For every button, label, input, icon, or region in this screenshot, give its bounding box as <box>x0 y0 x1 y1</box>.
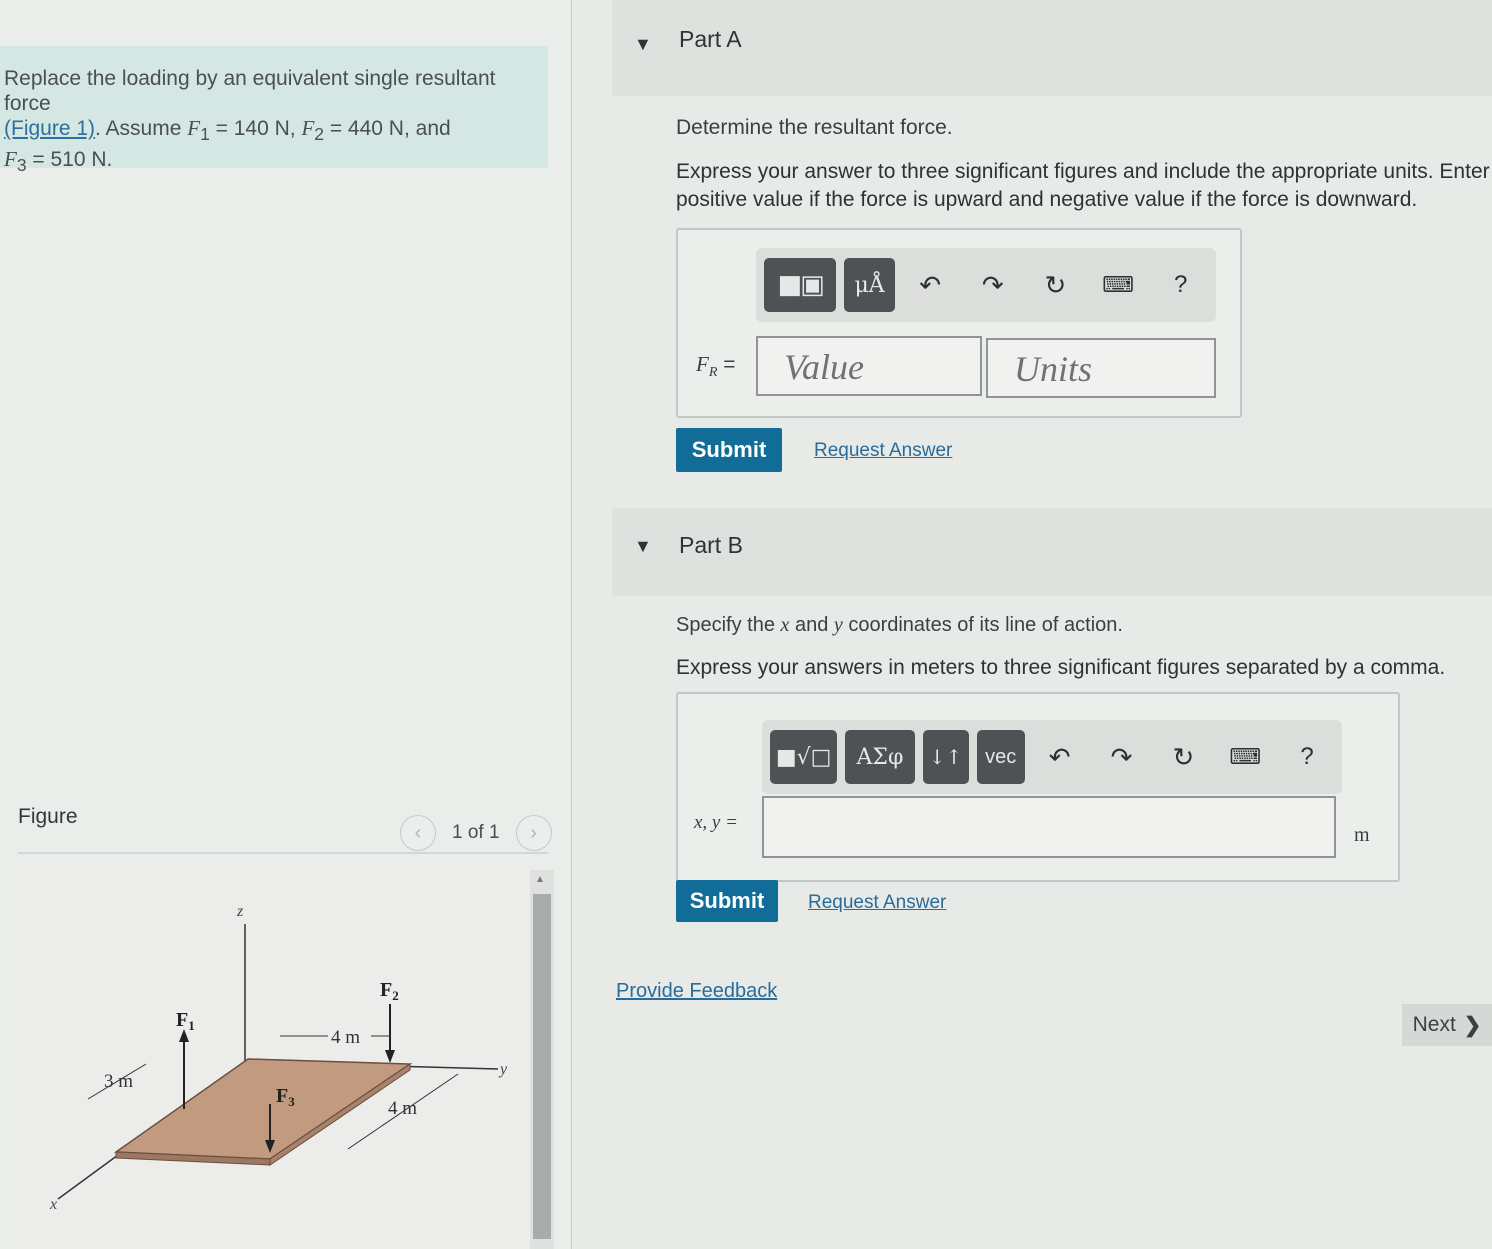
undo-icon[interactable]: ↶ <box>903 258 958 312</box>
part-a-header[interactable]: ▼ Part A <box>612 0 1492 96</box>
part-a-answer-box: ■▣ μÅ ↶ ↷ ↻ ⌨ ? FR = Value Units <box>676 228 1242 418</box>
figure-link[interactable]: (Figure 1) <box>4 117 95 140</box>
redo-icon[interactable]: ↷ <box>1095 730 1149 784</box>
part-a-instruction: Express your answer to three significant… <box>676 160 1490 211</box>
prev-figure-button[interactable]: ‹ <box>400 815 436 851</box>
problem-statement: Replace the loading by an equivalent sin… <box>0 46 548 175</box>
problem-line-1: Replace the loading by an equivalent sin… <box>4 67 496 115</box>
chevron-right-icon: › <box>530 821 537 844</box>
provide-feedback-link[interactable]: Provide Feedback <box>616 980 777 1003</box>
keyboard-icon[interactable]: ⌨ <box>1218 730 1272 784</box>
y-axis-label: y <box>498 1061 508 1078</box>
help-icon[interactable]: ? <box>1280 730 1334 784</box>
part-b-submit-button[interactable]: Submit <box>676 880 778 922</box>
fraction-template-icon: ■▣ <box>777 270 825 300</box>
part-a-title: Part A <box>679 26 742 52</box>
chevron-left-icon: ‹ <box>414 821 422 844</box>
problem-line-2: (Figure 1). Assume F1 = 140 N, F2 = 440 … <box>4 116 451 145</box>
subscript-superscript-button[interactable]: ↓↑ <box>922 730 969 784</box>
template-button[interactable]: ■√□ <box>770 730 838 784</box>
help-icon[interactable]: ? <box>1153 258 1208 312</box>
collapse-caret-icon[interactable]: ▼ <box>634 34 652 55</box>
part-b-answer-box: ■√□ ΑΣφ ↓↑ vec ↶ ↷ ↻ ⌨ ? x, y = m <box>676 692 1400 882</box>
part-b-prompt: Specify the x and y coordinates of its l… <box>676 614 1123 636</box>
vector-button[interactable]: vec <box>976 730 1025 784</box>
dim-label-3m: 3 m <box>104 1071 133 1092</box>
reset-icon[interactable]: ↻ <box>1156 730 1210 784</box>
f2-arrowhead <box>385 1050 395 1063</box>
dim-label-top: 4 m <box>331 1027 360 1048</box>
x-axis-label: x <box>49 1196 57 1213</box>
value-input[interactable]: Value <box>756 336 982 396</box>
reset-icon[interactable]: ↻ <box>1028 258 1083 312</box>
scroll-up-icon[interactable]: ▲ <box>535 874 545 885</box>
greek-button[interactable]: ΑΣφ <box>845 730 915 784</box>
fr-label: FR = <box>696 352 736 381</box>
xy-input[interactable] <box>762 796 1336 858</box>
z-axis-label: z <box>236 903 244 920</box>
part-b-request-answer-link[interactable]: Request Answer <box>808 892 946 914</box>
next-label: Next <box>1412 1013 1456 1036</box>
figure-scrollbar[interactable]: ▲ <box>530 870 554 1249</box>
figure-header: Figure <box>18 805 78 828</box>
part-b-title: Part B <box>679 532 743 558</box>
figure-image: z y x F1 F2 F3 4 m 3 m 4 m <box>18 864 528 1249</box>
units-input[interactable]: Units <box>986 338 1216 398</box>
radical-template-icon: ■√□ <box>775 744 832 770</box>
template-button[interactable]: ■▣ <box>764 258 837 312</box>
chevron-right-icon: ❯ <box>1463 1013 1482 1037</box>
part-a-request-answer-link[interactable]: Request Answer <box>814 440 952 462</box>
problem-panel: Replace the loading by an equivalent sin… <box>0 0 572 1249</box>
dim-label-right: 4 m <box>388 1098 417 1119</box>
f1-label: F1 <box>176 1009 195 1033</box>
part-a-submit-button[interactable]: Submit <box>676 428 782 472</box>
keyboard-icon[interactable]: ⌨ <box>1091 258 1146 312</box>
part-b-toolbar: ■√□ ΑΣφ ↓↑ vec ↶ ↷ ↻ ⌨ ? <box>762 720 1342 794</box>
plate-diagram: z y x F1 F2 F3 4 m 3 m 4 m <box>49 903 508 1213</box>
collapse-caret-icon[interactable]: ▼ <box>634 536 652 557</box>
part-a-prompt: Determine the resultant force. <box>676 116 953 139</box>
part-a-toolbar: ■▣ μÅ ↶ ↷ ↻ ⌨ ? <box>756 248 1216 322</box>
redo-icon[interactable]: ↷ <box>966 258 1021 312</box>
next-button[interactable]: Next ❯ <box>1402 1004 1492 1046</box>
part-b-header[interactable]: ▼ Part B <box>612 508 1492 596</box>
part-b-instruction: Express your answers in meters to three … <box>676 656 1446 679</box>
figure-count: 1 of 1 <box>452 822 500 843</box>
unit-label: m <box>1354 824 1370 846</box>
questions-panel: ▼ Part A Determine the resultant force. … <box>580 0 1492 1249</box>
units-button[interactable]: μÅ <box>844 258 895 312</box>
xy-label: x, y = <box>694 812 738 833</box>
problem-line-3: F3 = 510 N. <box>4 147 113 176</box>
scrollbar-thumb[interactable] <box>533 894 551 1239</box>
figure-divider <box>18 852 548 854</box>
next-figure-button[interactable]: › <box>515 815 552 851</box>
plate <box>113 1058 413 1160</box>
f2-label: F2 <box>380 979 399 1003</box>
figure-navigation: ‹ 1 of 1 › <box>400 815 552 851</box>
undo-icon[interactable]: ↶ <box>1033 730 1087 784</box>
